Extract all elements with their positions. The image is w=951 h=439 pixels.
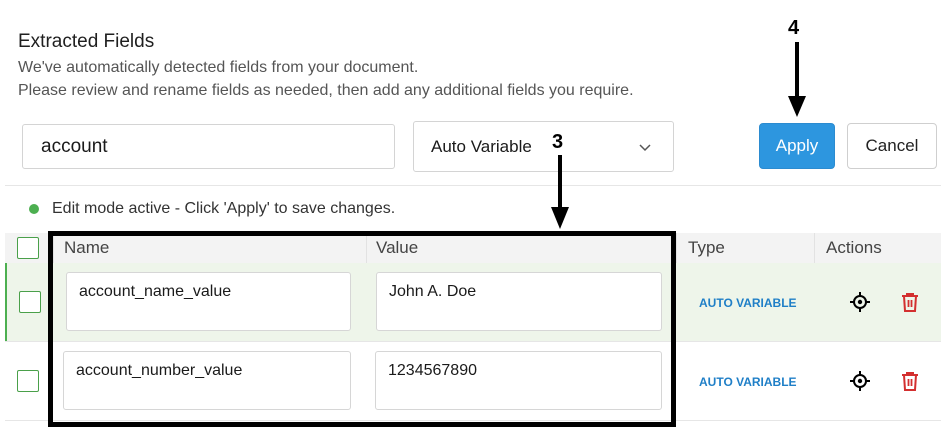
field-value-cell-input[interactable]: 1234567890 xyxy=(375,351,662,410)
selected-row-indicator xyxy=(5,263,7,341)
callout-number-table: 3 xyxy=(552,131,564,153)
cancel-button[interactable]: Cancel xyxy=(847,123,937,169)
column-header-name: Name xyxy=(64,238,110,257)
column-header-value: Value xyxy=(376,238,419,257)
type-badge: AUTO VARIABLE xyxy=(699,375,797,389)
target-icon[interactable] xyxy=(849,291,871,313)
field-name-input[interactable] xyxy=(22,124,395,169)
apply-button[interactable]: Apply xyxy=(759,123,835,169)
column-header-type: Type xyxy=(688,238,725,257)
field-value-cell-input[interactable]: John A. Doe xyxy=(376,272,662,331)
field-name-cell-input[interactable]: account_name_value xyxy=(66,272,351,331)
page-title: Extracted Fields xyxy=(18,31,155,52)
chevron-down-icon xyxy=(639,144,651,152)
page-description-line2: Please review and rename fields as neede… xyxy=(18,82,634,99)
callout-arrow-apply xyxy=(788,42,806,117)
trash-icon[interactable] xyxy=(899,370,921,392)
trash-icon[interactable] xyxy=(899,291,921,313)
callout-arrow-table xyxy=(551,155,569,229)
callout-number-apply: 4 xyxy=(788,17,800,39)
divider xyxy=(5,185,941,186)
table-header xyxy=(5,233,941,263)
row-divider xyxy=(5,420,941,421)
status-indicator-dot xyxy=(29,204,39,214)
column-separator xyxy=(366,233,367,263)
row-checkbox[interactable] xyxy=(19,291,41,313)
field-type-select-value: Auto Variable xyxy=(431,137,532,156)
field-name-cell-input[interactable]: account_number_value xyxy=(63,351,351,410)
status-message: Edit mode active - Click 'Apply' to save… xyxy=(52,200,396,217)
select-all-checkbox[interactable] xyxy=(17,237,39,259)
field-type-select[interactable]: Auto Variable xyxy=(413,121,674,172)
target-icon[interactable] xyxy=(849,370,871,392)
page-description-line1: We've automatically detected fields from… xyxy=(18,59,419,76)
row-checkbox[interactable] xyxy=(17,370,39,392)
column-header-actions: Actions xyxy=(826,238,882,257)
type-badge: AUTO VARIABLE xyxy=(699,296,797,310)
